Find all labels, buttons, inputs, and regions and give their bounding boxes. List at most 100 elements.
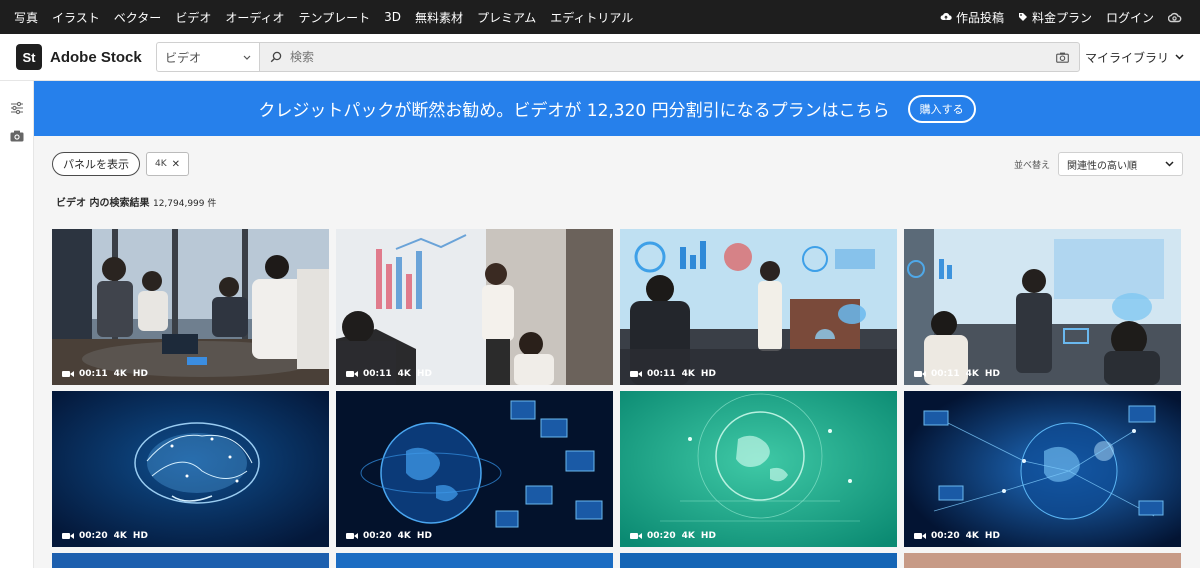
video-thumbnail[interactable]: 00:11 4K HD	[336, 229, 613, 385]
video-meta: 00:20 4K HD	[346, 531, 432, 541]
chevron-down-icon	[1165, 161, 1174, 167]
video-quality: HD	[984, 369, 1000, 379]
pricing-label: 料金プラン	[1031, 10, 1092, 25]
nav-free[interactable]: 無料素材	[415, 9, 463, 26]
sort-select[interactable]: 関連性の高い順	[1058, 152, 1183, 176]
filter-panel-button[interactable]	[0, 93, 34, 123]
video-thumbnail[interactable]: 00:20 4K HD	[620, 391, 897, 547]
video-thumbnail[interactable]	[904, 553, 1181, 568]
pricing-link[interactable]: 料金プラン	[1018, 9, 1092, 26]
video-duration: 00:11	[79, 369, 108, 379]
buy-button[interactable]: 購入する	[907, 94, 976, 123]
video-thumbnail[interactable]: 00:11 4K HD	[904, 229, 1181, 385]
contribute-link[interactable]: 作品投稿	[940, 9, 1004, 26]
my-library-dropdown[interactable]: マイライブラリ	[1085, 49, 1184, 66]
video-duration: 00:20	[647, 531, 676, 541]
meeting-scene-image	[52, 229, 329, 385]
video-camera-icon	[914, 533, 926, 539]
login-link[interactable]: ログイン	[1106, 9, 1154, 26]
video-quality: HD	[984, 531, 1000, 541]
search-field	[259, 42, 1080, 72]
nav-vectors[interactable]: ベクター	[114, 9, 162, 26]
close-icon[interactable]: ✕	[172, 159, 180, 170]
video-duration: 00:11	[363, 369, 392, 379]
nav-photos[interactable]: 写真	[14, 9, 38, 26]
video-resolution: 4K	[397, 369, 411, 379]
camera-search-icon[interactable]	[1056, 52, 1069, 63]
video-quality: HD	[416, 531, 432, 541]
show-panel-button[interactable]: パネルを表示	[52, 152, 140, 176]
promo-text: クレジットパックが断然お勧め。ビデオが 12,320 円分割引になるプランはこち…	[258, 101, 890, 121]
result-label: ビデオ 内の検索結果	[56, 198, 150, 209]
search-icon	[270, 51, 282, 63]
video-camera-icon	[914, 371, 926, 377]
nav-editorial[interactable]: エディトリアル	[550, 9, 633, 26]
sort-label: 並べ替え	[1013, 160, 1050, 171]
video-thumbnail[interactable]: 00:11 4K HD	[52, 229, 329, 385]
filter-chip-label: 4K	[155, 159, 167, 169]
video-thumbnail[interactable]: 00:20 4K HD	[336, 391, 613, 547]
video-thumbnail[interactable]: 00:20 4K HD	[904, 391, 1181, 547]
video-duration: 00:11	[647, 369, 676, 379]
filters-icon	[11, 101, 23, 115]
filter-chip-4k[interactable]: 4K ✕	[146, 152, 190, 176]
video-camera-icon	[346, 533, 358, 539]
nav-illustrations[interactable]: イラスト	[52, 9, 100, 26]
video-resolution: 4K	[965, 369, 979, 379]
nav-premium[interactable]: プレミアム	[477, 9, 536, 26]
video-duration: 00:20	[931, 531, 960, 541]
video-quality: HD	[700, 531, 716, 541]
video-meta: 00:11 4K HD	[630, 369, 716, 379]
green-globe-scene-image	[620, 391, 897, 547]
chevron-down-icon	[1175, 54, 1184, 60]
video-duration: 00:11	[931, 369, 960, 379]
nav-templates[interactable]: テンプレート	[299, 9, 371, 26]
adobe-stock-logo: St	[16, 44, 42, 70]
search-bar: ビデオ	[156, 42, 1080, 72]
globe-network-scene-image	[336, 391, 613, 547]
account-nav: 作品投稿 料金プラン ログイン	[926, 9, 1186, 26]
nav-3d[interactable]: 3D	[384, 10, 401, 24]
video-resolution: 4K	[681, 369, 695, 379]
network-sphere-scene-image	[904, 391, 1181, 547]
tech-presentation-scene-image	[620, 229, 897, 385]
video-thumbnail[interactable]: 00:11 4K HD	[620, 229, 897, 385]
video-quality: HD	[416, 369, 432, 379]
asset-type-value: ビデオ	[165, 50, 202, 65]
result-count: ビデオ 内の検索結果 12,794,999 件	[56, 194, 216, 209]
partial-thumbnail-image	[336, 553, 613, 568]
creative-cloud-button[interactable]	[1168, 12, 1186, 23]
promo-banner: クレジットパックが断然お勧め。ビデオが 12,320 円分割引になるプランはこち…	[34, 81, 1200, 136]
library-label: マイライブラリ	[1084, 50, 1169, 65]
video-resolution: 4K	[113, 369, 127, 379]
asset-type-select[interactable]: ビデオ	[156, 42, 259, 72]
video-duration: 00:20	[363, 531, 392, 541]
video-thumbnail[interactable]	[620, 553, 897, 568]
video-camera-icon	[346, 371, 358, 377]
result-number: 12,794,999 件	[152, 199, 217, 209]
video-meta: 00:20 4K HD	[630, 531, 716, 541]
creative-cloud-icon	[1168, 12, 1182, 22]
category-nav: 写真 イラスト ベクター ビデオ オーディオ テンプレート 3D 無料素材 プレ…	[14, 9, 647, 26]
presentation-scene-image	[336, 229, 613, 385]
video-camera-icon	[62, 533, 74, 539]
search-input[interactable]	[290, 50, 1056, 64]
video-thumbnail[interactable]	[336, 553, 613, 568]
brand-home-link[interactable]: St Adobe Stock	[16, 44, 156, 70]
video-quality: HD	[700, 369, 716, 379]
camera-icon	[10, 130, 24, 142]
visual-search-button[interactable]	[0, 121, 34, 151]
nav-audio[interactable]: オーディオ	[225, 9, 284, 26]
video-thumbnail[interactable]: 00:20 4K HD	[52, 391, 329, 547]
video-thumbnail[interactable]	[52, 553, 329, 568]
video-camera-icon	[62, 371, 74, 377]
main-header: St Adobe Stock ビデオ マイライブラリ	[0, 34, 1200, 81]
video-resolution: 4K	[397, 531, 411, 541]
video-meta: 00:20 4K HD	[914, 531, 1000, 541]
nav-videos[interactable]: ビデオ	[175, 9, 211, 26]
video-meta: 00:11 4K HD	[346, 369, 432, 379]
top-navigation: 写真 イラスト ベクター ビデオ オーディオ テンプレート 3D 無料素材 プレ…	[0, 0, 1200, 34]
video-resolution: 4K	[965, 531, 979, 541]
video-duration: 00:20	[79, 531, 108, 541]
chevron-down-icon	[243, 55, 251, 60]
